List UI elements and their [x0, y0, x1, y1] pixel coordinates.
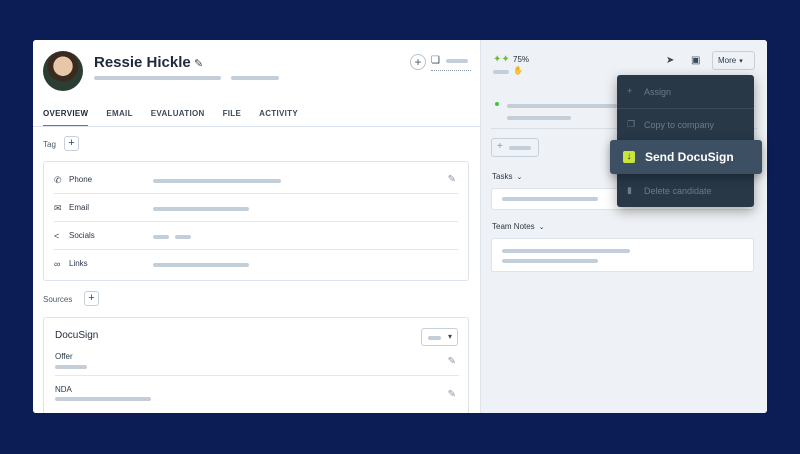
contact-value-placeholder	[153, 207, 249, 211]
docusign-title: DocuSign	[55, 330, 99, 341]
contact-card: ✆ Phone ✎ ✉ Email < Socials ∞ Links	[43, 161, 469, 281]
contact-value-placeholder	[153, 263, 249, 267]
download-icon: ↓	[623, 151, 635, 163]
menu-item-label: Send DocuSign	[645, 150, 734, 164]
tab-file[interactable]: FILE	[223, 109, 242, 127]
pencil-icon[interactable]: ✎	[194, 57, 206, 70]
menu-item-label: Copy to company	[644, 120, 715, 130]
menu-item-label: Delete candidate	[644, 186, 712, 196]
tab-email[interactable]: EMAIL	[106, 109, 132, 127]
task-placeholder	[502, 197, 598, 201]
candidate-main-panel: Ressie Hickle ✎ + ❏ OVERVIEW EMAIL EVALU…	[33, 40, 481, 413]
profile-tabs: OVERVIEW EMAIL EVALUATION FILE ACTIVITY	[43, 109, 298, 127]
add-source-button[interactable]: +	[84, 291, 99, 306]
contact-row-email: ✉ Email	[54, 194, 458, 222]
docusign-select[interactable]: ▾	[421, 328, 458, 346]
activity-placeholder-2	[507, 116, 571, 120]
tab-evaluation[interactable]: EVALUATION	[151, 109, 205, 127]
contact-row-socials: < Socials	[54, 222, 458, 250]
note-placeholder	[502, 249, 630, 253]
copy-icon: ❐	[627, 119, 636, 129]
calendar-icon[interactable]: ▣	[691, 55, 700, 66]
plus-icon: +	[627, 86, 633, 96]
add-item-button[interactable]: +	[491, 138, 539, 157]
menu-item-send-docusign[interactable]: ↓ Send DocuSign	[610, 140, 762, 174]
contact-label: Links	[69, 259, 88, 268]
subtitle-placeholder	[94, 76, 221, 80]
pencil-icon[interactable]: ✎	[448, 174, 456, 185]
tab-overview[interactable]: OVERVIEW	[43, 109, 89, 127]
nda-value-placeholder	[55, 397, 151, 401]
caret-down-icon: ▾	[447, 332, 452, 341]
contact-value-placeholder	[153, 235, 169, 239]
more-label: More	[718, 56, 737, 65]
team-notes-box[interactable]	[491, 238, 754, 272]
plus-circle-icon[interactable]: +	[410, 54, 426, 70]
sources-label: Sources	[43, 295, 73, 304]
contact-value-placeholder	[153, 179, 281, 183]
add-placeholder	[509, 146, 531, 150]
bookmark-placeholder	[446, 59, 468, 63]
tag-label: Tag	[43, 140, 56, 149]
chevron-down-icon: ⌄	[516, 174, 523, 181]
menu-item-label: Assign	[644, 87, 672, 97]
contact-label: Socials	[69, 231, 95, 240]
nda-label: NDA	[55, 385, 72, 394]
phone-icon: ✆	[54, 175, 62, 185]
offer-value-placeholder	[55, 365, 87, 369]
contact-row-links: ∞ Links	[54, 250, 458, 278]
activity-placeholder	[507, 104, 617, 108]
score-value: 75%	[513, 55, 530, 64]
subtitle-placeholder-2	[231, 76, 279, 80]
tasks-label: Tasks	[492, 172, 513, 181]
send-icon[interactable]: ➤	[666, 55, 674, 66]
tasks-toggle[interactable]: Tasks ⌄	[492, 172, 522, 181]
select-placeholder	[428, 336, 441, 340]
contact-row-phone: ✆ Phone ✎	[54, 166, 458, 194]
tabs-divider	[33, 126, 481, 127]
pencil-icon[interactable]: ✎	[448, 389, 456, 400]
avatar	[43, 51, 83, 91]
docusign-card: DocuSign ▾ Offer ✎ NDA ✎	[43, 317, 469, 413]
thumbs-up-icon: ✦✦	[493, 54, 510, 65]
contact-label: Email	[69, 203, 90, 212]
chevron-down-icon: ⌄	[538, 224, 545, 231]
mail-icon: ✉	[54, 203, 62, 213]
caret-down-icon: ▾	[739, 58, 743, 65]
offer-label: Offer	[55, 352, 73, 361]
pencil-icon[interactable]: ✎	[448, 356, 456, 367]
contact-value-placeholder	[175, 235, 191, 239]
share-icon: <	[54, 231, 60, 241]
add-tag-button[interactable]: +	[64, 136, 79, 151]
more-button[interactable]: More ▾	[712, 51, 755, 70]
team-notes-toggle[interactable]: Team Notes ⌄	[492, 222, 545, 231]
link-icon: ∞	[54, 259, 61, 269]
contact-label: Phone	[69, 175, 93, 184]
candidate-name: Ressie Hickle	[94, 54, 191, 71]
tab-activity[interactable]: ACTIVITY	[259, 109, 298, 127]
trash-icon: ▮	[627, 185, 632, 195]
note-placeholder-2	[502, 259, 598, 263]
status-dot	[495, 102, 499, 106]
plus-icon: +	[497, 141, 503, 152]
row-divider	[55, 375, 459, 376]
menu-item-copy-to-company[interactable]: ❐ Copy to company	[617, 108, 754, 141]
dotted-underline	[431, 70, 471, 71]
menu-item-delete-candidate[interactable]: ▮ Delete candidate	[617, 174, 754, 207]
menu-item-assign[interactable]: + Assign	[617, 75, 754, 108]
bookmark-icon[interactable]: ❏	[431, 55, 441, 67]
score-placeholder	[493, 70, 509, 74]
team-notes-label: Team Notes	[492, 222, 535, 231]
thumb-icon: ✋	[513, 66, 523, 75]
